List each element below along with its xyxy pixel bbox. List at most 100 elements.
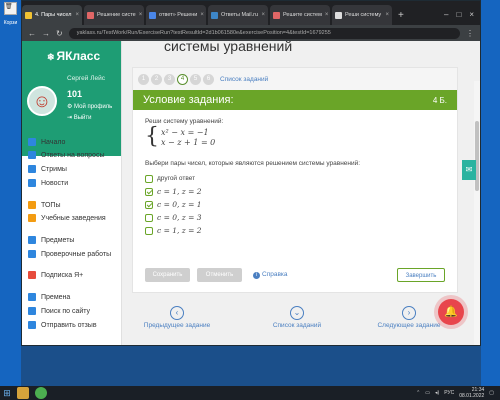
tab-favicon-icon — [273, 11, 280, 19]
close-icon[interactable]: × — [385, 12, 389, 18]
sidebar-item-home[interactable]: Начало — [28, 138, 65, 146]
option-4[interactable]: c = 1, z = 2 — [145, 224, 445, 237]
checkbox[interactable] — [145, 226, 153, 235]
tab-favicon-icon — [87, 11, 94, 19]
sidebar-item-answers[interactable]: Ответы на вопросы — [28, 151, 104, 159]
minimize-icon[interactable]: – — [444, 10, 448, 19]
condition-header: Условие задания: 4 Б. — [133, 90, 457, 110]
user-name[interactable]: Сергей Лейс — [67, 75, 105, 82]
equation-1: x² − x = −1 — [161, 128, 209, 137]
reload-icon[interactable]: ↻ — [56, 29, 63, 38]
sidebar-item-subjects[interactable]: Предметы — [28, 236, 74, 244]
mail-icon — [28, 321, 36, 329]
forward-icon[interactable]: → — [42, 29, 50, 38]
maximize-icon[interactable]: □ — [456, 10, 461, 19]
chevron-left-icon: ‹ — [170, 306, 184, 320]
tab-1[interactable]: Решение систе × — [84, 5, 144, 25]
scrollbar-thumb[interactable] — [475, 121, 479, 191]
system-tray: ⌃ ▭ ◂) РУС 21:34 08.01.2022 ▢ — [416, 387, 500, 399]
step-3[interactable]: 3 — [164, 73, 175, 85]
prev-task-button[interactable]: ‹ Предыдущее задание — [132, 306, 222, 329]
task-points: 4 Б. — [432, 95, 447, 105]
step-6[interactable]: 6 — [203, 73, 214, 85]
step-1[interactable]: 1 — [138, 73, 149, 85]
notification-bell-button[interactable]: 🔔 — [438, 299, 464, 325]
tab-label: Реши систему — [345, 12, 382, 18]
page-content: ❄ ЯКласс ☺ Сергей Лейс 101 ⚙ Мой профиль … — [22, 41, 480, 345]
explorer-icon[interactable] — [17, 387, 29, 399]
close-icon[interactable]: × — [139, 12, 143, 18]
tab-label: ответ» Решени — [159, 12, 198, 18]
main-area: системы уравнений 1 2 3 4 5 6 Список зад… — [122, 41, 480, 345]
sidebar-item-news[interactable]: Новости — [28, 179, 68, 187]
close-icon[interactable]: × — [75, 12, 79, 18]
step-5[interactable]: 5 — [190, 73, 201, 85]
tab-4[interactable]: Решите систем × — [270, 5, 330, 25]
tab-3[interactable]: Ответы Mail.ru × — [208, 5, 268, 25]
menu-icon[interactable]: ⋮ — [466, 29, 474, 38]
mail-icon[interactable]: ✉ — [462, 160, 476, 180]
desktop-right — [481, 0, 500, 386]
option-3[interactable]: c = 0, z = 3 — [145, 211, 445, 224]
profile-link[interactable]: ⚙ Мой профиль — [67, 103, 112, 110]
step-2[interactable]: 2 — [151, 73, 162, 85]
step-4-current[interactable]: 4 — [177, 73, 188, 85]
brace-icon: { — [145, 124, 159, 149]
tab-favicon-icon — [149, 11, 156, 19]
save-button[interactable]: Сохранить — [145, 268, 190, 282]
network-icon[interactable]: ▭ — [425, 390, 430, 396]
tab-bar: 4. Пары чисел × Решение систе × ответ» Реш… — [22, 1, 480, 25]
scrollbar[interactable] — [474, 81, 480, 345]
tab-2[interactable]: ответ» Решени × — [146, 5, 206, 25]
option-other[interactable]: другой ответ — [145, 172, 445, 185]
logout-link[interactable]: ⇥ Выйти — [67, 114, 91, 121]
sidebar-item-streams[interactable]: Стримы — [28, 165, 67, 173]
tab-5[interactable]: Реши систему × — [332, 5, 392, 25]
sidebar-item-feedback[interactable]: Отправить отзыв — [28, 321, 97, 329]
plus-icon — [28, 271, 36, 279]
volume-icon[interactable]: ◂) — [435, 390, 439, 396]
language-indicator[interactable]: РУС — [444, 390, 454, 396]
sidebar-item-break[interactable]: Премена — [28, 293, 70, 301]
option-1[interactable]: c = 1, z = 2 — [145, 185, 445, 198]
news-icon — [28, 179, 36, 187]
task-list-link[interactable]: Список заданий — [220, 76, 268, 83]
site-logo[interactable]: ❄ ЯКласс — [47, 49, 100, 63]
checkbox-checked[interactable] — [145, 187, 153, 196]
tray-chevron-icon[interactable]: ⌃ — [416, 390, 420, 396]
sidebar-item-tops[interactable]: ТОПы — [28, 201, 60, 209]
tab-label: Решение систе — [97, 12, 136, 18]
back-icon[interactable]: ← — [28, 29, 36, 38]
chrome-icon[interactable] — [35, 387, 47, 399]
sidebar-item-subscription[interactable]: Подписка Я+ — [28, 271, 83, 279]
condition-title: Условие задания: — [143, 94, 234, 106]
step-nav: 1 2 3 4 5 6 Список заданий — [133, 68, 457, 90]
cancel-button[interactable]: Отменить — [197, 268, 242, 282]
url-input[interactable]: yaklass.ru/TestWork/Run/ExerciseRun?test… — [68, 27, 460, 39]
window-controls: – □ × — [438, 10, 480, 25]
checkbox-checked[interactable] — [145, 200, 153, 209]
windows-start-icon[interactable]: ⊞ — [0, 386, 14, 400]
recycle-bin-icon[interactable]: 🗑 — [4, 2, 17, 15]
close-icon[interactable]: × — [200, 12, 204, 18]
notifications-icon[interactable]: ▢ — [489, 390, 494, 396]
browser-window: 4. Пары чисел × Решение систе × ответ» Реш… — [21, 0, 481, 346]
close-icon[interactable]: × — [261, 12, 265, 18]
help-link[interactable]: i Справка — [253, 271, 288, 279]
avatar[interactable]: ☺ — [27, 86, 57, 116]
new-tab-button[interactable]: + — [398, 10, 404, 21]
option-2[interactable]: c = 0, z = 1 — [145, 198, 445, 211]
sidebar-item-schools[interactable]: Учебные заведения — [28, 214, 106, 222]
home-icon — [28, 138, 36, 146]
sidebar-item-tests[interactable]: Проверочные работы — [28, 250, 111, 258]
finish-button[interactable]: Завершить — [397, 268, 445, 282]
tab-0[interactable]: 4. Пары чисел × — [22, 5, 82, 25]
check-icon — [28, 250, 36, 258]
checkbox[interactable] — [145, 174, 153, 183]
close-icon[interactable]: × — [325, 12, 329, 18]
sidebar-item-search[interactable]: Поиск по сайту — [28, 307, 90, 315]
close-window-icon[interactable]: × — [469, 10, 474, 19]
clock[interactable]: 21:34 08.01.2022 — [459, 387, 484, 399]
task-list-button[interactable]: ⌄ Список заданий — [252, 306, 342, 329]
checkbox[interactable] — [145, 213, 153, 222]
